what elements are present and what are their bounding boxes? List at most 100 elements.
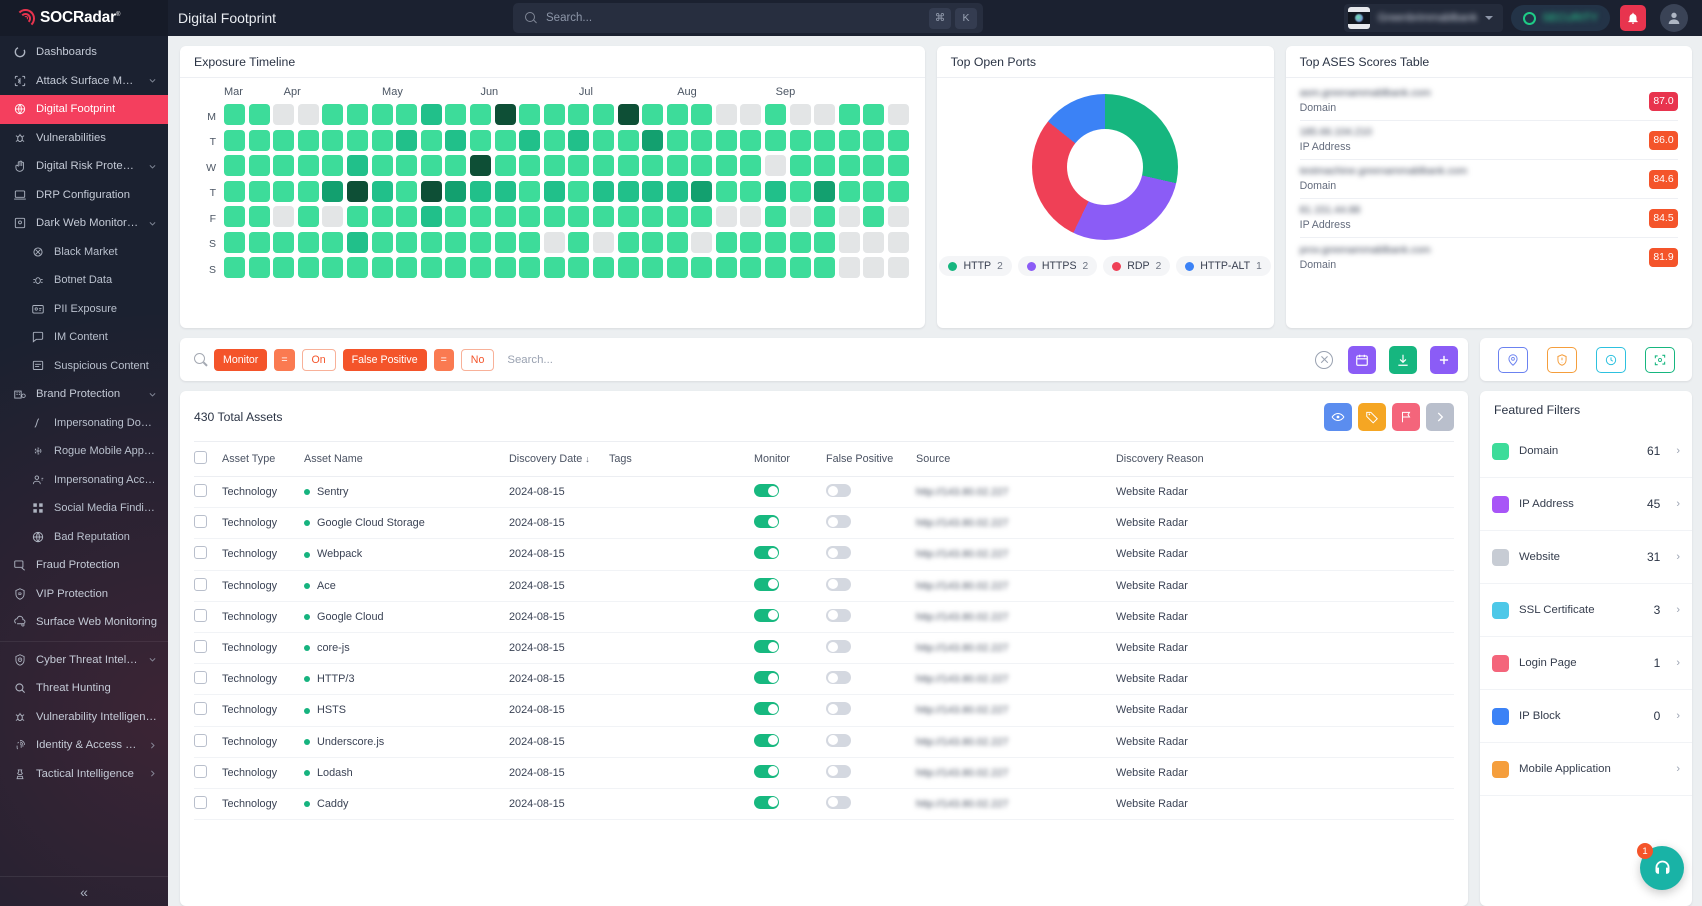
heatmap-cell[interactable] bbox=[421, 104, 442, 125]
heatmap-cell[interactable] bbox=[839, 130, 860, 151]
heatmap-cell[interactable] bbox=[814, 257, 835, 278]
heatmap-cell[interactable] bbox=[249, 104, 270, 125]
heatmap-cell[interactable] bbox=[814, 130, 835, 151]
heatmap-cell[interactable] bbox=[765, 104, 786, 125]
heatmap-cell[interactable] bbox=[568, 257, 589, 278]
heatmap-cell[interactable] bbox=[322, 257, 343, 278]
brand-logo[interactable]: SOCRadar® bbox=[0, 0, 168, 36]
table-row[interactable]: TechnologyGoogle Cloud Storage2024-08-15… bbox=[194, 508, 1454, 539]
heatmap-cell[interactable] bbox=[298, 130, 319, 151]
heatmap-cell[interactable] bbox=[421, 206, 442, 227]
sidebar-item-rogue-mobile-applications[interactable]: Rogue Mobile Applications bbox=[0, 437, 168, 466]
heatmap-cell[interactable] bbox=[495, 104, 516, 125]
heatmap-cell[interactable] bbox=[273, 257, 294, 278]
heatmap-cell[interactable] bbox=[544, 155, 565, 176]
false-positive-toggle[interactable] bbox=[826, 671, 851, 684]
sidebar-item-tactical-intelligence[interactable]: Tactical Intelligence bbox=[0, 760, 168, 789]
false-positive-toggle[interactable] bbox=[826, 702, 851, 715]
heatmap-cell[interactable] bbox=[667, 206, 688, 227]
heatmap-cell[interactable] bbox=[839, 104, 860, 125]
legend-item[interactable]: HTTP-ALT1 bbox=[1176, 256, 1271, 276]
avatar[interactable] bbox=[1660, 4, 1688, 32]
sidebar-item-digital-risk-protection[interactable]: Digital Risk Protection bbox=[0, 152, 168, 181]
heatmap-cell[interactable] bbox=[740, 155, 761, 176]
row-checkbox[interactable] bbox=[194, 546, 207, 559]
table-row[interactable]: Technologycore-js2024-08-15http://143.80… bbox=[194, 632, 1454, 663]
heatmap-cell[interactable] bbox=[691, 257, 712, 278]
heatmap-cell[interactable] bbox=[224, 206, 245, 227]
heatmap-cell[interactable] bbox=[347, 130, 368, 151]
heatmap-cell[interactable] bbox=[593, 206, 614, 227]
filter-pill-op[interactable]: = bbox=[434, 349, 454, 371]
calendar-icon[interactable] bbox=[1348, 346, 1376, 374]
false-positive-toggle[interactable] bbox=[826, 765, 851, 778]
heatmap-cell[interactable] bbox=[716, 181, 737, 202]
heatmap-cell[interactable] bbox=[568, 130, 589, 151]
heatmap-cell[interactable] bbox=[863, 104, 884, 125]
heatmap-cell[interactable] bbox=[593, 181, 614, 202]
heatmap-cell[interactable] bbox=[863, 206, 884, 227]
heatmap-cell[interactable] bbox=[470, 232, 491, 253]
heatmap-cell[interactable] bbox=[667, 155, 688, 176]
heatmap-cell[interactable] bbox=[347, 257, 368, 278]
row-checkbox[interactable] bbox=[194, 765, 207, 778]
column-header-asset-name[interactable]: Asset Name bbox=[304, 442, 509, 477]
notifications-button[interactable] bbox=[1620, 5, 1646, 31]
monitor-toggle[interactable] bbox=[754, 578, 779, 591]
row-checkbox[interactable] bbox=[194, 484, 207, 497]
heatmap-cell[interactable] bbox=[765, 130, 786, 151]
clock-history-icon[interactable] bbox=[1596, 347, 1626, 373]
featured-filter-row[interactable]: Mobile Application› bbox=[1480, 743, 1692, 796]
heatmap-cell[interactable] bbox=[470, 257, 491, 278]
sidebar-collapse-button[interactable]: « bbox=[0, 876, 168, 906]
heatmap-cell[interactable] bbox=[322, 130, 343, 151]
column-header-discovery-reason[interactable]: Discovery Reason bbox=[1116, 442, 1454, 477]
heatmap-cell[interactable] bbox=[716, 257, 737, 278]
row-checkbox[interactable] bbox=[194, 702, 207, 715]
heatmap-cell[interactable] bbox=[667, 232, 688, 253]
row-checkbox[interactable] bbox=[194, 734, 207, 747]
filter-pill-val[interactable]: No bbox=[461, 349, 495, 371]
heatmap-cell[interactable] bbox=[888, 130, 909, 151]
heatmap-cell[interactable] bbox=[322, 104, 343, 125]
false-positive-toggle[interactable] bbox=[826, 578, 851, 591]
heatmap-cell[interactable] bbox=[445, 155, 466, 176]
heatmap-cell[interactable] bbox=[814, 232, 835, 253]
heatmap-cell[interactable] bbox=[593, 130, 614, 151]
heatmap-cell[interactable] bbox=[347, 155, 368, 176]
heatmap-cell[interactable] bbox=[519, 104, 540, 125]
sidebar-item-drp-configuration[interactable]: DRP Configuration bbox=[0, 181, 168, 210]
table-row[interactable]: TechnologyGoogle Cloud2024-08-15http://1… bbox=[194, 601, 1454, 632]
heatmap-cell[interactable] bbox=[618, 155, 639, 176]
heatmap-cell[interactable] bbox=[814, 104, 835, 125]
heatmap-cell[interactable] bbox=[396, 232, 417, 253]
heatmap-cell[interactable] bbox=[470, 104, 491, 125]
heatmap-cell[interactable] bbox=[347, 206, 368, 227]
heatmap-cell[interactable] bbox=[618, 104, 639, 125]
heatmap-cell[interactable] bbox=[495, 155, 516, 176]
heatmap-cell[interactable] bbox=[716, 155, 737, 176]
heatmap-cell[interactable] bbox=[667, 257, 688, 278]
heatmap-cell[interactable] bbox=[396, 155, 417, 176]
heatmap-cell[interactable] bbox=[716, 104, 737, 125]
monitor-toggle[interactable] bbox=[754, 671, 779, 684]
heatmap-cell[interactable] bbox=[322, 181, 343, 202]
heatmap-cell[interactable] bbox=[322, 155, 343, 176]
monitor-toggle[interactable] bbox=[754, 765, 779, 778]
heatmap-cell[interactable] bbox=[863, 181, 884, 202]
heatmap-cell[interactable] bbox=[495, 181, 516, 202]
heatmap-cell[interactable] bbox=[618, 130, 639, 151]
heatmap-cell[interactable] bbox=[765, 155, 786, 176]
heatmap-cell[interactable] bbox=[691, 155, 712, 176]
sidebar-item-threat-hunting[interactable]: Threat Hunting bbox=[0, 674, 168, 703]
heatmap-cell[interactable] bbox=[495, 232, 516, 253]
ases-row[interactable]: testmachine.greenammablbank.comDomain84.… bbox=[1300, 160, 1678, 199]
heatmap-cell[interactable] bbox=[888, 232, 909, 253]
heatmap-cell[interactable] bbox=[544, 232, 565, 253]
heatmap-cell[interactable] bbox=[740, 181, 761, 202]
filter-pill-key[interactable]: False Positive bbox=[343, 349, 427, 371]
heatmap-cell[interactable] bbox=[273, 206, 294, 227]
heatmap-cell[interactable] bbox=[445, 206, 466, 227]
heatmap-cell[interactable] bbox=[765, 257, 786, 278]
row-checkbox[interactable] bbox=[194, 796, 207, 809]
